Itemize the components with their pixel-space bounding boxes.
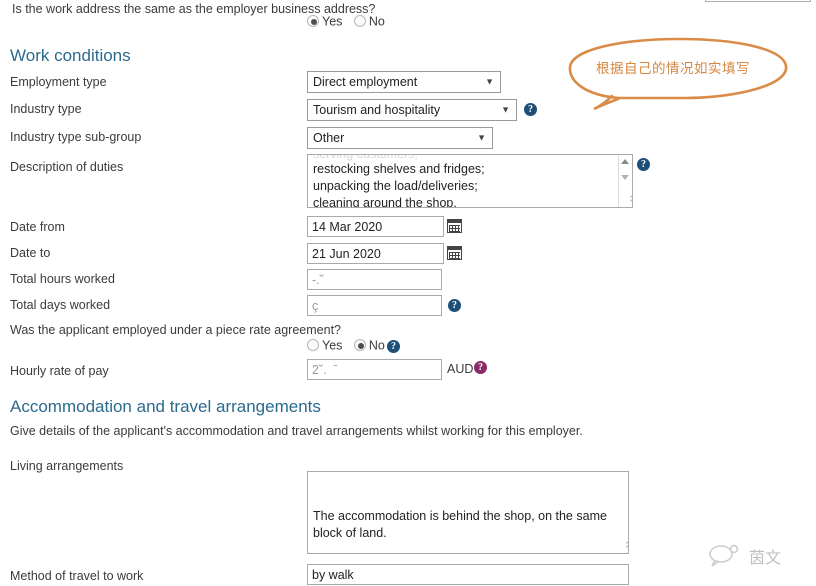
piece-rate-radio-group[interactable]: Yes No — [307, 338, 393, 353]
hourly-rate-help-icon[interactable]: ? — [474, 361, 487, 374]
employment-type-value: Direct employment — [313, 75, 418, 89]
duties-value: restocking shelves and fridges; unpackin… — [313, 162, 485, 208]
date-from-input[interactable] — [307, 216, 444, 237]
piece-rate-radio-yes[interactable]: Yes — [307, 338, 342, 353]
chevron-down-icon: ▼ — [501, 104, 510, 115]
radio-dot-selected-icon — [353, 339, 366, 352]
total-days-worked-input[interactable] — [307, 295, 442, 316]
industry-type-select[interactable]: Tourism and hospitality ▼ — [307, 99, 517, 121]
total-hours-worked-label: Total hours worked — [10, 272, 115, 286]
work-address-radio-yes-label: Yes — [322, 15, 343, 30]
piece-rate-radio-no[interactable]: No — [353, 338, 385, 354]
work-address-radio-yes[interactable]: Yes — [307, 14, 342, 29]
radio-dot-icon — [353, 15, 366, 28]
section-heading-accommodation: Accommodation and travel arrangements — [10, 397, 321, 416]
work-address-radio-no[interactable]: No — [353, 14, 385, 30]
calendar-icon-date-from[interactable] — [447, 219, 462, 233]
total-days-worked-label: Total days worked — [10, 298, 111, 312]
total-hours-worked-input[interactable] — [307, 269, 442, 290]
hourly-rate-label: Hourly rate of pay — [10, 364, 109, 378]
radio-dot-icon — [307, 339, 319, 352]
living-arrangements-resize-handle-icon[interactable] — [618, 536, 628, 552]
industry-type-help-icon[interactable]: ? — [524, 103, 537, 116]
annotation-text: 根据自己的情况如实填写 — [596, 61, 750, 77]
living-arrangements-label: Living arrangements — [10, 459, 124, 473]
work-address-radio-no-label: No — [368, 15, 385, 30]
date-from-label: Date from — [10, 220, 65, 234]
piece-rate-radio-yes-label: Yes — [322, 339, 343, 354]
annotation-speech-bubble: 根据自己的情况如实填写 — [566, 36, 792, 112]
accommodation-intro-text: Give details of the applicant's accommod… — [10, 424, 583, 438]
chevron-down-icon: ▼ — [485, 76, 494, 87]
industry-sub-group-select[interactable]: Other ▼ — [307, 127, 493, 149]
watermark: 茵文 — [708, 538, 808, 570]
chevron-down-icon: ▼ — [477, 132, 486, 143]
hourly-rate-input[interactable] — [307, 359, 442, 380]
piece-rate-radio-no-label: No — [368, 339, 385, 354]
piece-rate-question-label: Was the applicant employed under a piece… — [10, 323, 341, 337]
calendar-icon-date-to[interactable] — [447, 246, 462, 260]
description-of-duties-help-icon[interactable]: ? — [637, 158, 650, 171]
watermark-text: 茵文 — [749, 548, 782, 567]
date-to-input[interactable] — [307, 243, 444, 264]
employment-type-label: Employment type — [10, 75, 107, 89]
total-days-worked-help-icon[interactable]: ? — [448, 299, 461, 312]
hourly-rate-currency-label: AUD — [447, 362, 474, 376]
description-of-duties-label: Description of duties — [10, 160, 124, 174]
method-of-travel-label: Method of travel to work — [10, 569, 144, 583]
partial-input-above-fold — [705, 0, 811, 2]
piece-rate-help-icon[interactable]: ? — [387, 340, 400, 353]
industry-sub-group-label: Industry type sub-group — [10, 130, 142, 144]
living-arrangements-textarea[interactable]: The accommodation is behind the shop, on… — [307, 471, 629, 554]
duties-resize-handle-icon[interactable] — [622, 190, 632, 206]
work-address-radio-group[interactable]: Yes No — [307, 14, 393, 29]
radio-dot-selected-icon — [307, 15, 319, 28]
scroll-up-arrow-icon[interactable] — [621, 159, 629, 164]
employment-type-select[interactable]: Direct employment ▼ — [307, 71, 501, 93]
scroll-down-arrow-icon[interactable] — [621, 175, 629, 180]
industry-type-value: Tourism and hospitality — [313, 103, 441, 117]
description-of-duties-textarea[interactable]: serving customers; restocking shelves an… — [307, 154, 633, 208]
section-heading-work-conditions: Work conditions — [10, 46, 131, 65]
industry-type-label: Industry type — [10, 102, 82, 116]
industry-sub-group-value: Other — [313, 131, 345, 145]
date-to-label: Date to — [10, 246, 51, 260]
living-arrangements-value: The accommodation is behind the shop, on… — [313, 509, 607, 540]
chat-bubble-icon — [709, 544, 739, 567]
method-of-travel-input[interactable] — [307, 564, 629, 585]
form-page: Is the work address the same as the empl… — [0, 0, 816, 586]
